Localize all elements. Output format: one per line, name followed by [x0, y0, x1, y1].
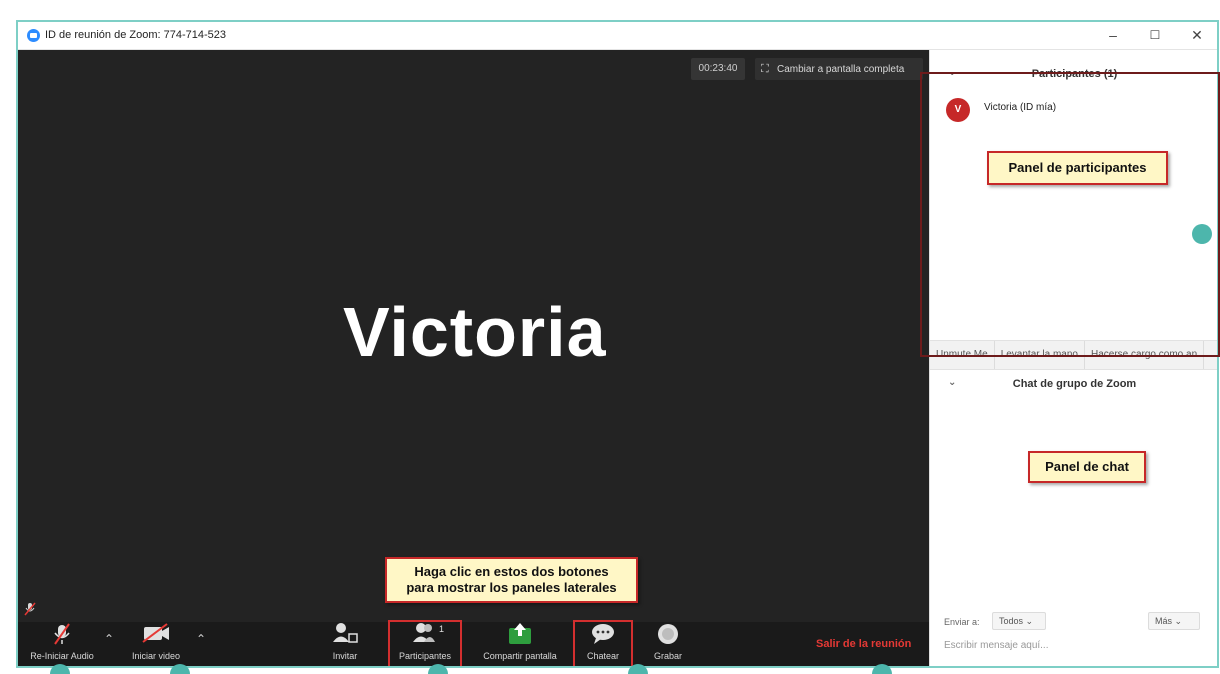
minimize-button[interactable]: –: [1100, 25, 1126, 45]
callout-line-1: Haga clic en estos dos botones: [414, 564, 609, 579]
share-screen-button[interactable]: Compartir pantalla: [474, 622, 566, 666]
invite-label: Invitar: [332, 651, 358, 661]
callout-line-2: para mostrar los paneles laterales: [406, 580, 617, 595]
record-icon: [646, 622, 690, 650]
chevron-down-icon: ⌄: [1025, 616, 1034, 626]
send-to-value: Todos: [999, 616, 1024, 626]
participants-panel-callout: Panel de participantes: [987, 151, 1168, 185]
audio-label: Re-Iniciar Audio: [30, 651, 94, 661]
chat-highlight-box: [573, 620, 633, 666]
title-bar: ID de reunión de Zoom: 774-714-523 – ☐ ✕: [18, 22, 1217, 50]
audio-button[interactable]: Re-Iniciar Audio: [20, 622, 104, 666]
window-title: ID de reunión de Zoom: 774-714-523: [45, 29, 227, 41]
chat-message-input[interactable]: Escribir mensaje aquí...: [944, 640, 1049, 651]
share-screen-icon: [474, 622, 566, 650]
share-screen-label: Compartir pantalla: [483, 651, 557, 661]
video-label: Iniciar video: [131, 651, 181, 661]
send-to-label: Enviar a:: [944, 617, 980, 627]
chat-panel-header: ⌄ Chat de grupo de Zoom: [930, 372, 1217, 396]
record-label: Grabar: [653, 651, 682, 661]
close-button[interactable]: ✕: [1184, 25, 1210, 45]
more-label: Más: [1155, 616, 1173, 626]
leave-meeting-button[interactable]: Salir de la reunión: [816, 638, 911, 650]
meeting-timer: 00:23:40: [691, 58, 745, 80]
more-button[interactable]: Más ⌄: [1148, 612, 1200, 630]
teal-marker-dot: [1192, 224, 1212, 244]
camera-off-icon: [120, 622, 192, 650]
participants-highlight-box: [388, 620, 462, 666]
chat-panel-title: Chat de grupo de Zoom: [1012, 378, 1137, 390]
invite-icon: [324, 622, 366, 650]
mic-muted-icon: [20, 622, 104, 650]
chevron-down-icon: ⌄: [1174, 616, 1183, 626]
fullscreen-button[interactable]: ⛶ Cambiar a pantalla completa: [755, 58, 923, 80]
fullscreen-icon: ⛶: [761, 63, 769, 75]
video-button[interactable]: Iniciar video: [120, 622, 192, 666]
chat-panel-callout: Panel de chat: [1028, 451, 1146, 483]
zoom-logo-icon: [27, 29, 40, 42]
participant-name-display: Victoria: [343, 293, 607, 371]
audio-options-caret[interactable]: ⌃: [104, 632, 114, 646]
fullscreen-label: Cambiar a pantalla completa: [777, 64, 905, 75]
record-button[interactable]: Grabar: [646, 622, 690, 666]
side-panels-instruction-callout: Haga clic en estos dos botones para most…: [385, 557, 638, 603]
invite-button[interactable]: Invitar: [324, 622, 366, 666]
video-options-caret[interactable]: ⌃: [196, 632, 206, 646]
mic-muted-small-icon: [24, 602, 36, 619]
meeting-toolbar: Re-Iniciar Audio ⌃ Iniciar video ⌃ Invit…: [18, 620, 929, 666]
maximize-button[interactable]: ☐: [1142, 25, 1168, 45]
send-to-select[interactable]: Todos ⌄: [992, 612, 1046, 630]
participants-panel-highlight: [920, 72, 1220, 357]
